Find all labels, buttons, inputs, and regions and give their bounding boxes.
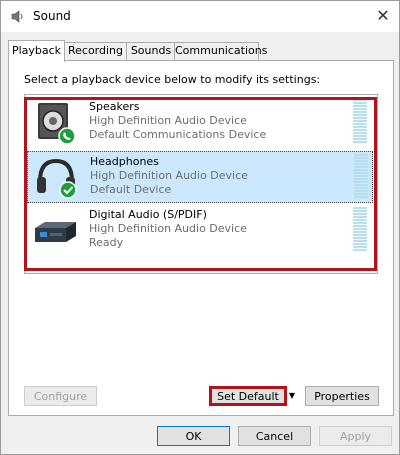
ok-button[interactable]: OK — [157, 426, 230, 446]
configure-button[interactable]: Configure — [24, 386, 97, 406]
sound-dialog: Sound ✕ Playback Recording Sounds Commun… — [0, 0, 400, 455]
set-default-button[interactable]: Set Default — [209, 386, 287, 406]
title-bar: Sound ✕ — [1, 1, 399, 32]
device-list-highlight — [24, 97, 377, 271]
instruction-text: Select a playback device below to modify… — [24, 73, 321, 86]
speaker-app-icon — [11, 10, 23, 23]
playback-panel: Select a playback device below to modify… — [8, 60, 394, 416]
tab-communications[interactable]: Communications — [174, 42, 267, 60]
close-icon[interactable]: ✕ — [369, 3, 397, 29]
properties-button[interactable]: Properties — [305, 386, 379, 406]
apply-button[interactable]: Apply — [319, 426, 392, 446]
window-title: Sound — [33, 9, 71, 23]
tab-recording[interactable]: Recording — [63, 42, 128, 60]
cancel-button[interactable]: Cancel — [238, 426, 311, 446]
tab-playback[interactable]: Playback — [8, 40, 65, 62]
set-default-dropdown-icon[interactable]: ▼ — [286, 386, 298, 406]
tab-sounds[interactable]: Sounds — [126, 42, 176, 60]
